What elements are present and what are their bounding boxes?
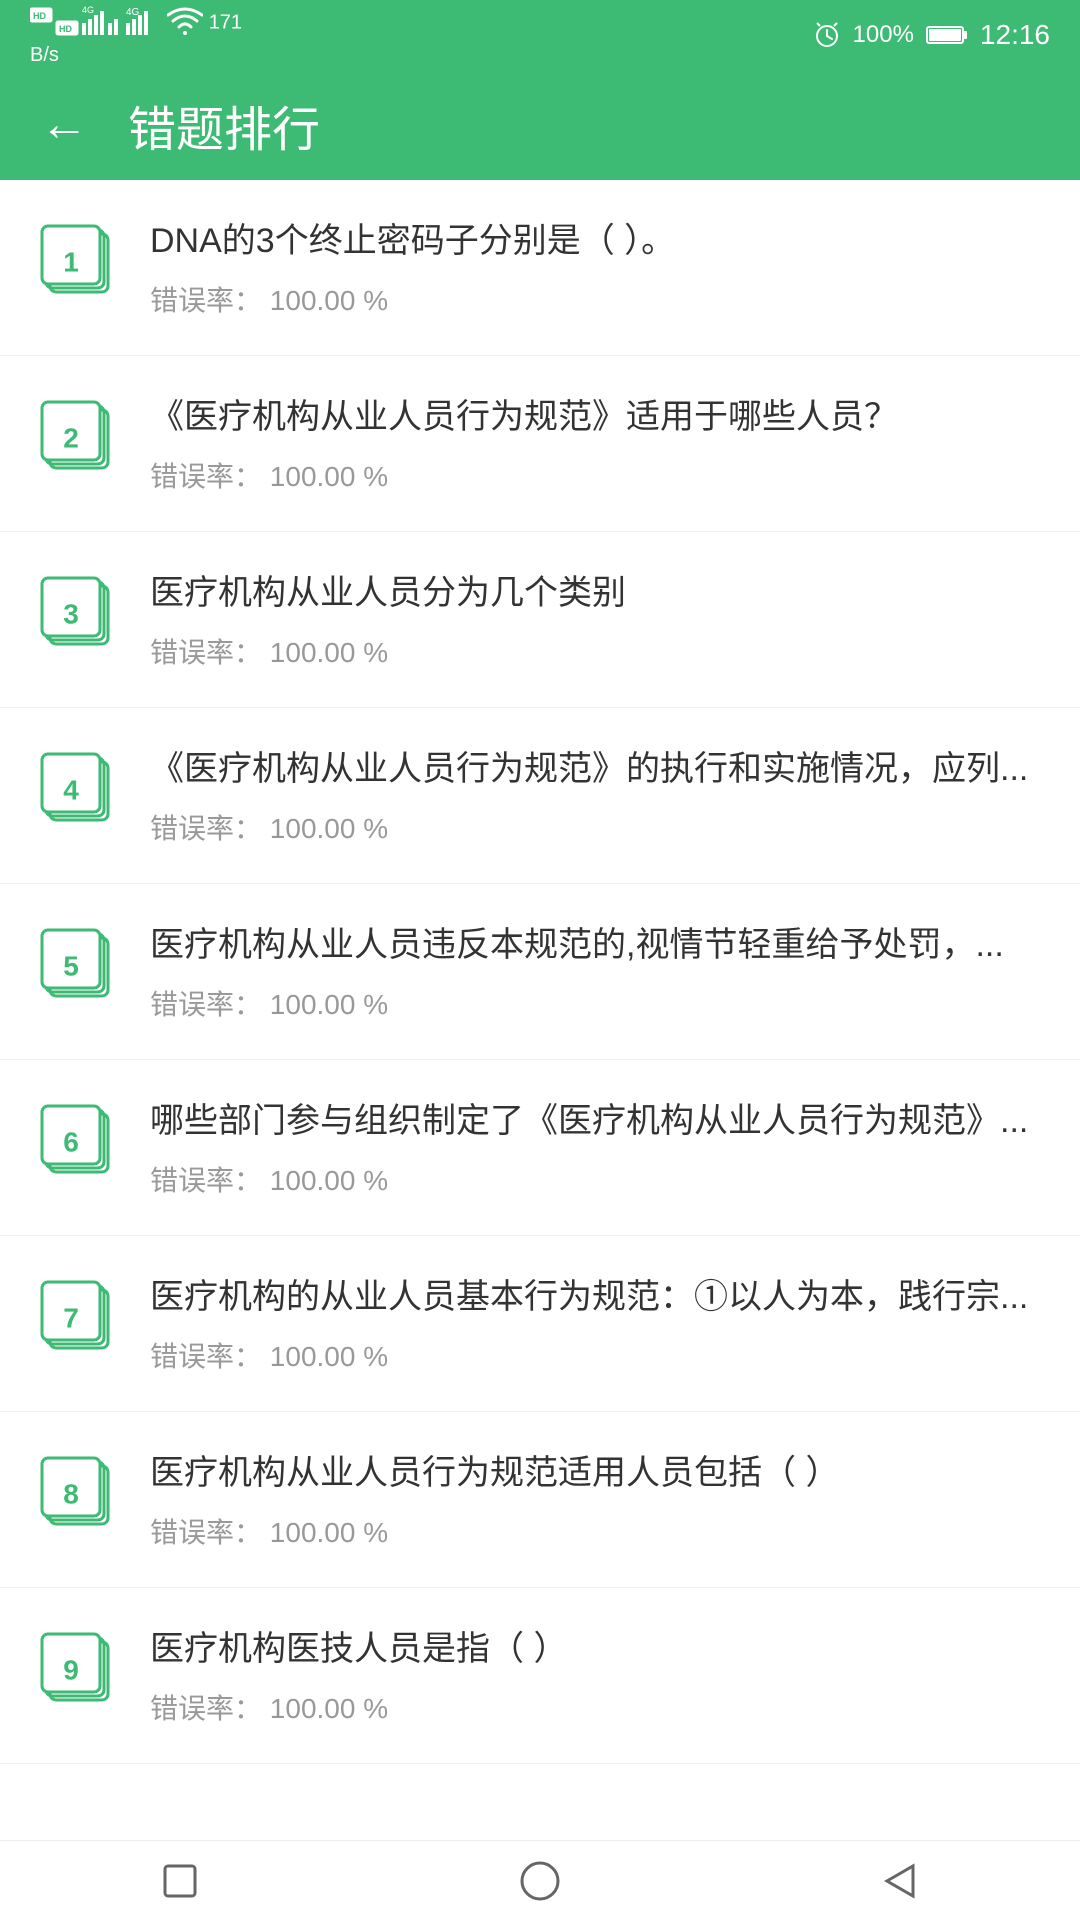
status-signals: HD HD 4G 4G	[30, 3, 242, 67]
item-question: 医疗机构的从业人员基本行为规范：①以人为本，践行宗...	[150, 1272, 1040, 1323]
page-title: 错题排行	[128, 90, 320, 160]
svg-text:HD: HD	[33, 11, 46, 21]
list-item[interactable]: 9 医疗机构医技人员是指（ ） 错误率： 100.00 %	[0, 1588, 1080, 1764]
rank-icon-2: 2	[40, 396, 120, 476]
svg-text:HD: HD	[59, 24, 72, 34]
item-content: 《医疗机构从业人员行为规范》的执行和实施情况，应列... 错误率： 100.00…	[150, 744, 1040, 847]
error-rate-value: 100.00 %	[270, 1165, 388, 1196]
item-error-rate: 错误率： 100.00 %	[150, 1335, 1040, 1375]
svg-text:4: 4	[63, 774, 79, 805]
item-question: DNA的3个终止密码子分别是（ ）。	[150, 216, 1040, 267]
error-rate-label: 错误率：	[150, 813, 262, 844]
item-error-rate: 错误率： 100.00 %	[150, 279, 1040, 319]
rank-icon-5: 5	[40, 924, 120, 1004]
rank-icon-7: 7	[40, 1276, 120, 1356]
battery-text: 100%	[853, 21, 914, 49]
error-rate-label: 错误率：	[150, 285, 262, 316]
item-question: 医疗机构从业人员违反本规范的,视情节轻重给予处罚，...	[150, 920, 1040, 971]
item-error-rate: 错误率： 100.00 %	[150, 1511, 1040, 1551]
svg-text:7: 7	[63, 1302, 79, 1333]
item-error-rate: 错误率： 100.00 %	[150, 983, 1040, 1023]
list-item[interactable]: 4 《医疗机构从业人员行为规范》的执行和实施情况，应列... 错误率： 100.…	[0, 708, 1080, 884]
item-content: 医疗机构从业人员分为几个类别 错误率： 100.00 %	[150, 568, 1040, 671]
error-rate-label: 错误率：	[150, 1517, 262, 1548]
svg-text:4G: 4G	[126, 7, 140, 18]
nav-back-button[interactable]	[870, 1851, 930, 1911]
svg-text:8: 8	[63, 1478, 79, 1509]
svg-text:6: 6	[63, 1126, 79, 1157]
list-item[interactable]: 8 医疗机构从业人员行为规范适用人员包括（ ） 错误率： 100.00 %	[0, 1412, 1080, 1588]
svg-text:1: 1	[63, 246, 79, 277]
item-question: 哪些部门参与组织制定了《医疗机构从业人员行为规范》...	[150, 1096, 1040, 1147]
rank-icon-9: 9	[40, 1628, 120, 1708]
item-question: 医疗机构从业人员行为规范适用人员包括（ ）	[150, 1448, 1040, 1499]
item-content: 医疗机构的从业人员基本行为规范：①以人为本，践行宗... 错误率： 100.00…	[150, 1272, 1040, 1375]
error-rate-value: 100.00 %	[270, 1341, 388, 1372]
error-rate-value: 100.00 %	[270, 813, 388, 844]
nav-square-button[interactable]	[150, 1851, 210, 1911]
item-question: 医疗机构医技人员是指（ ）	[150, 1624, 1040, 1675]
item-error-rate: 错误率： 100.00 %	[150, 631, 1040, 671]
item-error-rate: 错误率： 100.00 %	[150, 807, 1040, 847]
rank-icon-8: 8	[40, 1452, 120, 1532]
item-content: 医疗机构医技人员是指（ ） 错误率： 100.00 %	[150, 1624, 1040, 1727]
svg-text:5: 5	[63, 950, 79, 981]
item-content: 哪些部门参与组织制定了《医疗机构从业人员行为规范》... 错误率： 100.00…	[150, 1096, 1040, 1199]
item-question: 《医疗机构从业人员行为规范》的执行和实施情况，应列...	[150, 744, 1040, 795]
item-error-rate: 错误率： 100.00 %	[150, 455, 1040, 495]
item-error-rate: 错误率： 100.00 %	[150, 1159, 1040, 1199]
list-item[interactable]: 3 医疗机构从业人员分为几个类别 错误率： 100.00 %	[0, 532, 1080, 708]
svg-text:2: 2	[63, 422, 79, 453]
status-right: 100% 12:16	[813, 19, 1050, 51]
error-rate-label: 错误率：	[150, 1693, 262, 1724]
error-rate-label: 错误率：	[150, 1341, 262, 1372]
item-question: 《医疗机构从业人员行为规范》适用于哪些人员？	[150, 392, 1040, 443]
rank-icon-1: 1	[40, 220, 120, 300]
error-rate-value: 100.00 %	[270, 1517, 388, 1548]
item-error-rate: 错误率： 100.00 %	[150, 1687, 1040, 1727]
list-item[interactable]: 5 医疗机构从业人员违反本规范的,视情节轻重给予处罚，... 错误率： 100.…	[0, 884, 1080, 1060]
item-content: 《医疗机构从业人员行为规范》适用于哪些人员？ 错误率： 100.00 %	[150, 392, 1040, 495]
status-left: HD HD 4G 4G	[30, 3, 242, 67]
app-header: ← 错题排行	[0, 70, 1080, 180]
list-item[interactable]: 7 医疗机构的从业人员基本行为规范：①以人为本，践行宗... 错误率： 100.…	[0, 1236, 1080, 1412]
error-rate-label: 错误率：	[150, 637, 262, 668]
bottom-nav	[0, 1840, 1080, 1920]
status-bar: HD HD 4G 4G	[0, 0, 1080, 70]
back-button[interactable]: ←	[40, 101, 88, 149]
error-rate-label: 错误率：	[150, 461, 262, 492]
error-rate-value: 100.00 %	[270, 989, 388, 1020]
item-content: 医疗机构从业人员行为规范适用人员包括（ ） 错误率： 100.00 %	[150, 1448, 1040, 1551]
error-rate-value: 100.00 %	[270, 285, 388, 316]
time-text: 12:16	[980, 19, 1050, 51]
list-item[interactable]: 1 DNA的3个终止密码子分别是（ ）。 错误率： 100.00 %	[0, 180, 1080, 356]
item-content: 医疗机构从业人员违反本规范的,视情节轻重给予处罚，... 错误率： 100.00…	[150, 920, 1040, 1023]
svg-text:4G: 4G	[82, 5, 94, 15]
rank-icon-3: 3	[40, 572, 120, 652]
error-rate-label: 错误率：	[150, 989, 262, 1020]
error-rate-value: 100.00 %	[270, 1693, 388, 1724]
svg-text:3: 3	[63, 598, 79, 629]
item-question: 医疗机构从业人员分为几个类别	[150, 568, 1040, 619]
list-item[interactable]: 2 《医疗机构从业人员行为规范》适用于哪些人员？ 错误率： 100.00 %	[0, 356, 1080, 532]
rank-icon-6: 6	[40, 1100, 120, 1180]
rank-icon-4: 4	[40, 748, 120, 828]
error-rate-label: 错误率：	[150, 1165, 262, 1196]
nav-circle-button[interactable]	[510, 1851, 570, 1911]
error-rate-value: 100.00 %	[270, 461, 388, 492]
svg-text:9: 9	[63, 1654, 79, 1685]
list-item[interactable]: 6 哪些部门参与组织制定了《医疗机构从业人员行为规范》... 错误率： 100.…	[0, 1060, 1080, 1236]
content-area: 1 DNA的3个终止密码子分别是（ ）。 错误率： 100.00 % 2 《医疗…	[0, 180, 1080, 1840]
item-content: DNA的3个终止密码子分别是（ ）。 错误率： 100.00 %	[150, 216, 1040, 319]
error-rate-value: 100.00 %	[270, 637, 388, 668]
